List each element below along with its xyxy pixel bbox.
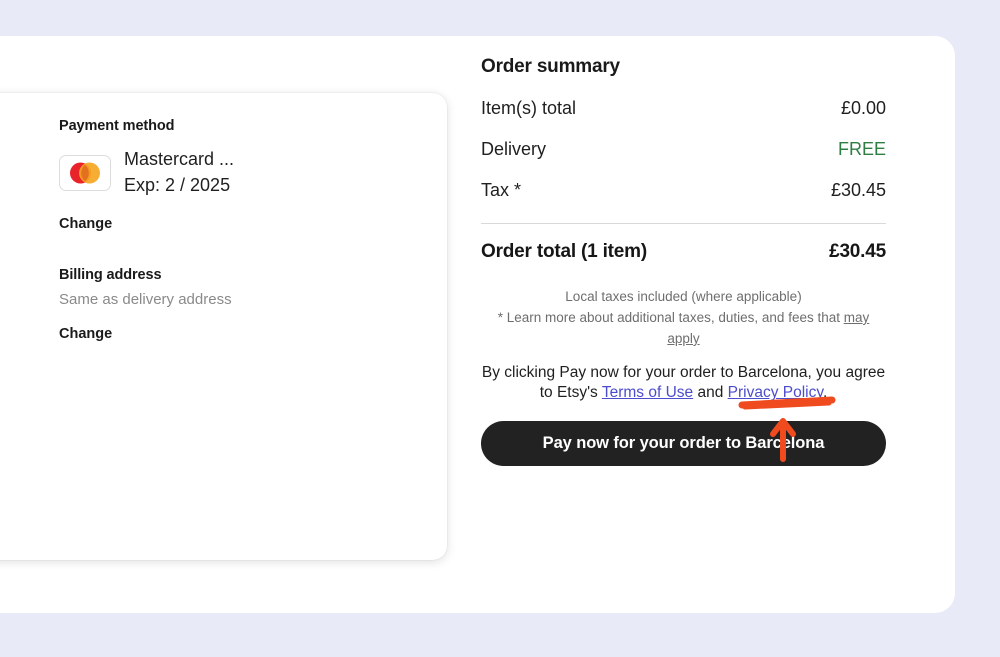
terms-agreement-text: By clicking Pay now for your order to Ba… xyxy=(481,363,886,404)
summary-label: Tax * xyxy=(481,180,522,200)
card-brand-label: Mastercard ... xyxy=(124,149,235,169)
screen-root: Payment method Mastercard ... Exp: 2 / 2… xyxy=(0,0,1000,657)
summary-label: Delivery xyxy=(481,139,547,159)
pay-now-button[interactable]: Pay now for your order to Barcelona xyxy=(481,420,886,466)
payment-method-card: Payment method Mastercard ... Exp: 2 / 2… xyxy=(0,93,447,560)
change-billing-address-link[interactable]: Change xyxy=(59,326,112,342)
order-total-row: Order total (1 item) £30.45 xyxy=(481,241,886,263)
tax-fineprint: Local taxes included (where applicable) … xyxy=(481,287,886,350)
card-expiry-label: Exp: 2 / 2025 xyxy=(124,174,231,195)
additional-fees-note: * Learn more about additional taxes, dut… xyxy=(481,308,886,350)
order-summary-title: Order summary xyxy=(481,56,620,77)
billing-address-section: Billing address Same as delivery address… xyxy=(59,267,389,343)
mastercard-logo-icon xyxy=(59,154,111,191)
agreement-conjunction: and xyxy=(693,384,728,402)
billing-address-title: Billing address xyxy=(59,267,162,284)
agreement-suffix: . xyxy=(822,384,828,402)
order-total-label: Order total (1 item) xyxy=(481,241,647,262)
summary-line-tax: Tax * £30.45 xyxy=(481,180,886,201)
change-payment-method-link[interactable]: Change xyxy=(59,216,112,232)
summary-line-items-total: Item(s) total £0.00 xyxy=(481,98,886,119)
summary-value: £0.00 xyxy=(840,98,886,118)
terms-of-use-link[interactable]: Terms of Use xyxy=(602,384,693,401)
summary-value-free: FREE xyxy=(837,139,886,159)
privacy-policy-link[interactable]: Privacy Policy xyxy=(728,384,823,401)
additional-fees-text: * Learn more about additional taxes, dut… xyxy=(497,309,844,325)
billing-address-value: Same as delivery address xyxy=(59,291,232,309)
summary-label: Item(s) total xyxy=(481,98,577,118)
local-taxes-note: Local taxes included (where applicable) xyxy=(565,289,802,304)
order-total-value: £30.45 xyxy=(829,241,886,262)
payment-method-title: Payment method xyxy=(59,118,175,134)
summary-value: £30.45 xyxy=(830,180,886,200)
summary-divider xyxy=(481,223,886,224)
summary-line-delivery: Delivery FREE xyxy=(481,139,886,160)
saved-card-row: Mastercard ... Exp: 2 / 2025 xyxy=(59,147,389,198)
order-summary-section: Order summary Item(s) total £0.00 Delive… xyxy=(481,56,886,466)
